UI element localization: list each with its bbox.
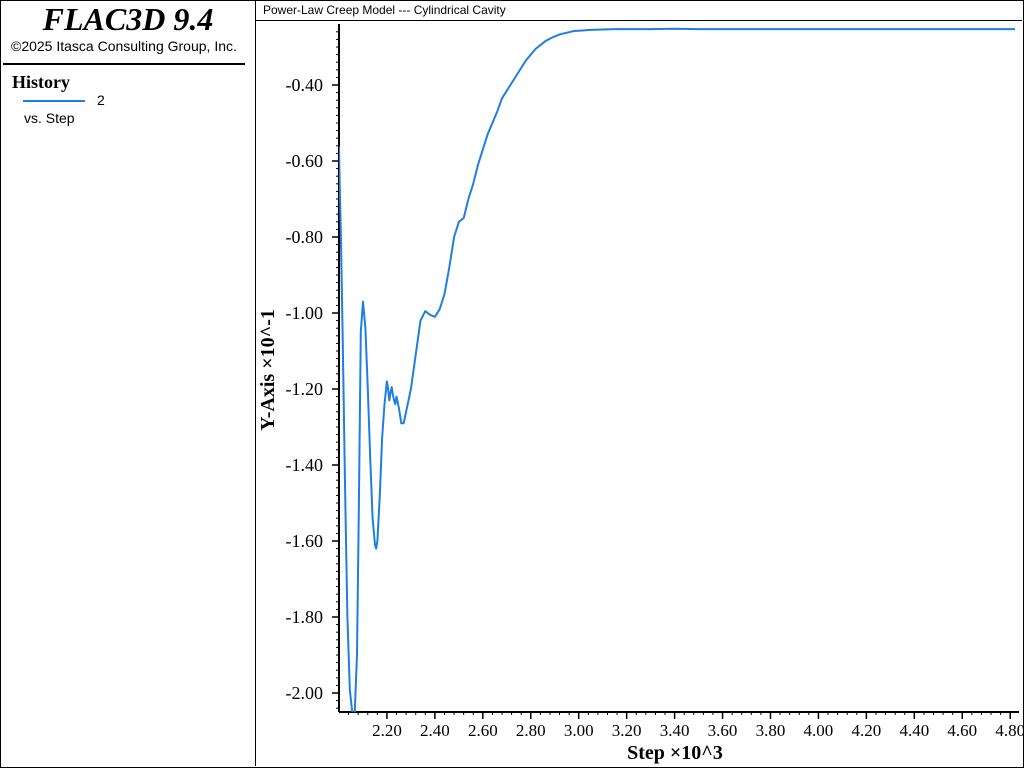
x-tick-label: 2.80: [516, 721, 546, 740]
y-tick-label: -1.00: [286, 303, 324, 323]
y-tick-label: -1.80: [286, 607, 324, 627]
x-tick-label: 3.40: [660, 721, 690, 740]
x-tick-label: 4.40: [899, 721, 929, 740]
y-tick-label: -0.60: [286, 151, 324, 171]
y-tick-label: -1.60: [286, 531, 324, 551]
x-tick-label: 2.60: [468, 721, 498, 740]
y-tick-label: -2.00: [286, 683, 324, 703]
x-tick-label: 4.20: [852, 721, 882, 740]
y-tick-label: -1.40: [286, 455, 324, 475]
y-tick-label: -0.80: [286, 227, 324, 247]
x-tick-label: 3.20: [612, 721, 642, 740]
x-tick-label: 2.20: [372, 721, 402, 740]
y-axis-title: Y-Axis ×10^-1: [257, 309, 279, 431]
x-tick-label: 4.60: [947, 721, 977, 740]
chart: -0.40 -0.60 -0.80 -1.00 -1.20 -1.40 -1.60 -1.80…: [257, 24, 1024, 764]
series-line-2: [339, 27, 1015, 712]
axes: [338, 24, 1019, 713]
x-tick-label: 2.40: [420, 721, 450, 740]
x-tick-label: 4.80: [995, 721, 1024, 740]
y-tick-label: -1.20: [286, 379, 324, 399]
x-tick-label: 3.60: [708, 721, 738, 740]
tick-labels: -0.40 -0.60 -0.80 -1.00 -1.20 -1.40 -1.60 -1.80…: [286, 75, 1024, 740]
x-tick-label: 3.80: [756, 721, 786, 740]
series-lines: [339, 27, 1015, 712]
x-axis-title: Step ×10^3: [627, 742, 723, 764]
x-tick-label: 3.00: [564, 721, 594, 740]
x-tick-label: 4.00: [804, 721, 834, 740]
y-tick-label: -0.40: [286, 75, 324, 95]
tick-marks: [332, 31, 1011, 719]
